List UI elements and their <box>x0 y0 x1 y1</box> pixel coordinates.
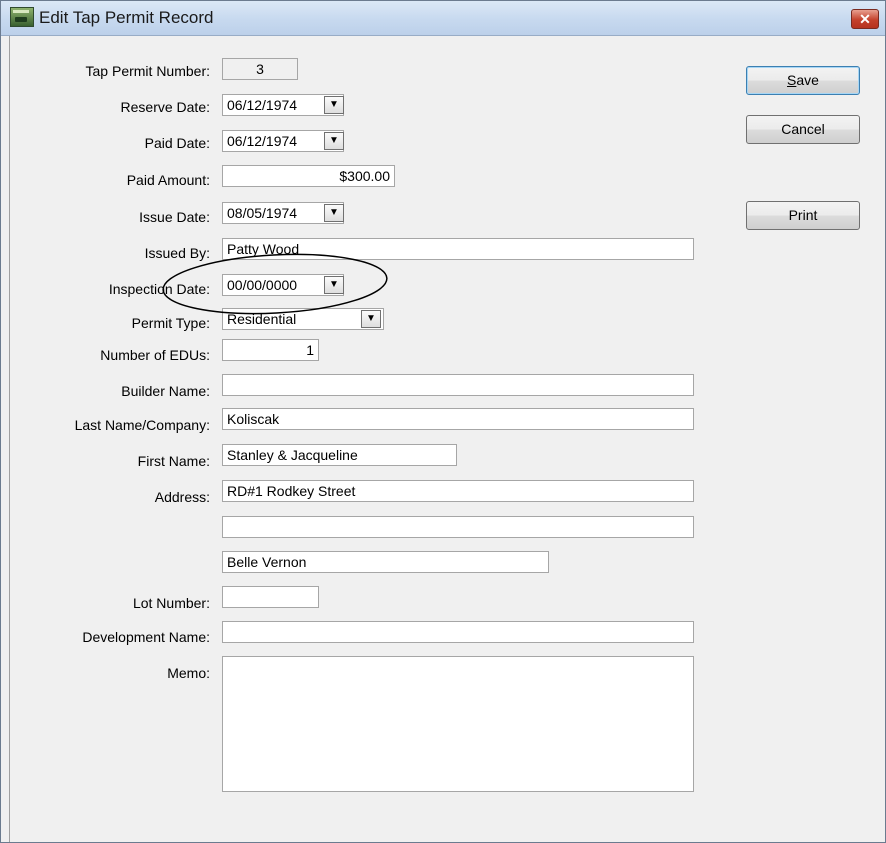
number-of-edus-field[interactable]: 1 <box>222 339 319 361</box>
development-name-label: Development Name: <box>82 629 210 645</box>
number-of-edus-label: Number of EDUs: <box>100 347 210 363</box>
dialog-window: Edit Tap Permit Record ✕ Tap Permit Numb… <box>0 0 886 843</box>
address-line1-field[interactable]: RD#1 Rodkey Street <box>222 480 694 502</box>
address-label: Address: <box>154 489 210 505</box>
reserve-date-dropdown-button[interactable]: ▼ <box>324 96 344 114</box>
tap-permit-number-label: Tap Permit Number: <box>85 63 210 79</box>
paid-amount-field[interactable]: $300.00 <box>222 165 395 187</box>
permit-type-dropdown-button[interactable]: ▼ <box>361 310 381 328</box>
builder-name-label: Builder Name: <box>121 383 210 399</box>
permit-type-select[interactable]: Residential <box>222 308 384 330</box>
last-name-company-field[interactable]: Koliscak <box>222 408 694 430</box>
development-name-field[interactable] <box>222 621 694 643</box>
lot-number-field[interactable] <box>222 586 319 608</box>
inspection-date-dropdown-button[interactable]: ▼ <box>324 276 344 294</box>
memo-textarea[interactable] <box>222 656 694 792</box>
reserve-date-label: Reserve Date: <box>120 99 210 115</box>
first-name-field[interactable]: Stanley & Jacqueline <box>222 444 457 466</box>
issue-date-dropdown-button[interactable]: ▼ <box>324 204 344 222</box>
lot-number-label: Lot Number: <box>132 595 210 611</box>
address-line2-field[interactable] <box>222 516 694 538</box>
app-icon <box>10 7 34 27</box>
memo-label: Memo: <box>167 665 210 681</box>
title-bar[interactable]: Edit Tap Permit Record ✕ <box>1 1 885 36</box>
save-button[interactable]: Save <box>746 66 860 95</box>
print-button[interactable]: Print <box>746 201 860 230</box>
builder-name-field[interactable] <box>222 374 694 396</box>
address-city-field[interactable]: Belle Vernon <box>222 551 549 573</box>
save-label: ave <box>796 72 819 88</box>
close-button[interactable]: ✕ <box>851 9 879 29</box>
cancel-button[interactable]: Cancel <box>746 115 860 144</box>
issued-by-field[interactable]: Patty Wood <box>222 238 694 260</box>
chevron-down-icon: ▼ <box>329 135 339 146</box>
paid-date-dropdown-button[interactable]: ▼ <box>324 132 344 150</box>
inspection-date-label: Inspection Date: <box>108 281 210 297</box>
issue-date-label: Issue Date: <box>139 209 210 225</box>
issued-by-label: Issued By: <box>144 245 210 261</box>
chevron-down-icon: ▼ <box>366 313 376 324</box>
permit-type-label: Permit Type: <box>131 315 210 331</box>
save-accelerator: S <box>787 72 797 88</box>
window-title: Edit Tap Permit Record <box>39 8 214 27</box>
paid-date-label: Paid Date: <box>144 135 210 151</box>
tap-permit-number-field: 3 <box>222 58 298 80</box>
paid-amount-label: Paid Amount: <box>126 172 210 188</box>
chevron-down-icon: ▼ <box>329 99 339 110</box>
close-icon: ✕ <box>859 11 871 27</box>
chevron-down-icon: ▼ <box>329 207 339 218</box>
last-name-company-label: Last Name/Company: <box>74 417 210 433</box>
first-name-label: First Name: <box>137 453 210 469</box>
chevron-down-icon: ▼ <box>329 279 339 290</box>
